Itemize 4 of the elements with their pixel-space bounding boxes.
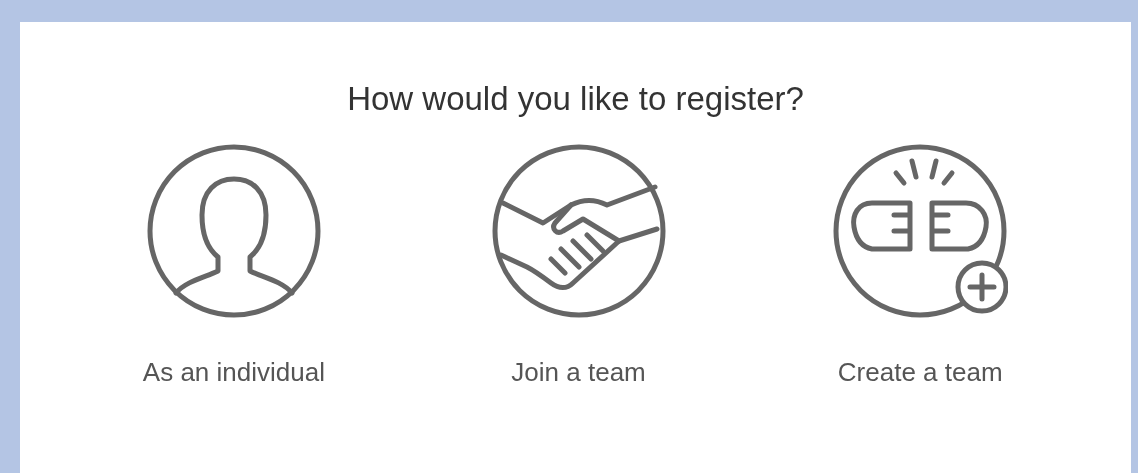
person-icon	[145, 143, 322, 320]
fist-bump-icon	[832, 143, 1009, 320]
page-title: How would you like to register?	[347, 79, 804, 119]
handshake-icon	[490, 143, 667, 320]
